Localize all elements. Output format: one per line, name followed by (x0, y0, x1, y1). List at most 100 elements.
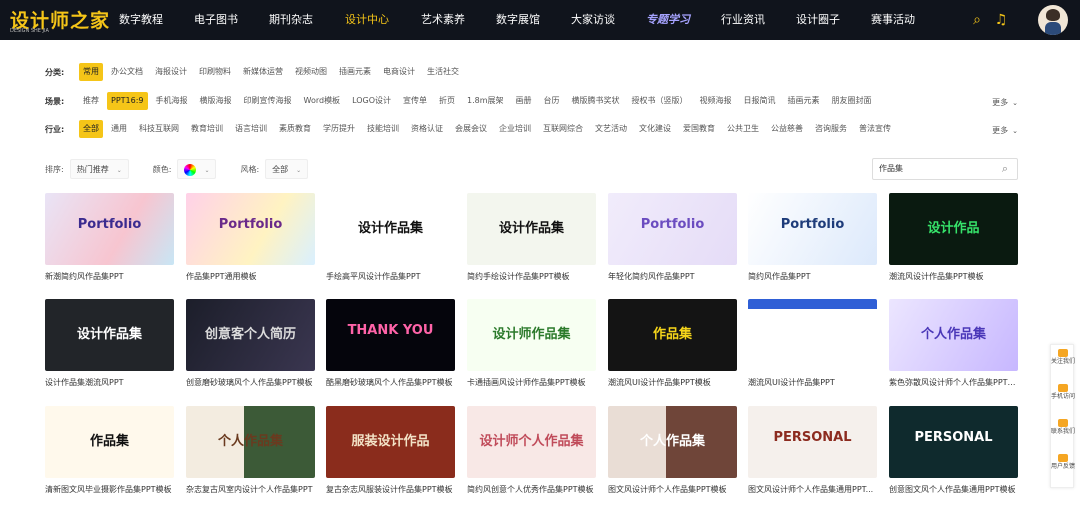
template-thumbnail[interactable]: PERSONAL (889, 406, 1018, 478)
scene-chip[interactable]: 1.8m展架 (463, 92, 508, 110)
bell-icon[interactable]: ♫ (992, 11, 1010, 29)
float-item[interactable]: 手机访问 (1051, 384, 1075, 401)
template-caption[interactable]: 图文风设计师个人作品集PPT模板 (608, 484, 739, 495)
template-thumbnail[interactable]: 设计作品集 (467, 193, 596, 265)
template-thumbnail[interactable]: Portfolio (608, 193, 737, 265)
template-caption[interactable]: 设计作品集潮流风PPT (45, 377, 176, 388)
industry-chip[interactable]: 公益慈善 (767, 120, 807, 138)
category-chip[interactable]: 插画元素 (335, 63, 375, 81)
template-caption[interactable]: 潮流风设计作品集PPT模板 (889, 271, 1020, 282)
template-card[interactable]: 作品集 清新图文风毕业摄影作品集PPT模板 (45, 406, 174, 495)
template-card[interactable]: THANK YOU 酷黑磨砂玻璃风个人作品集PPT模板 (326, 299, 455, 388)
scene-chip[interactable]: 横版腾书奖状 (568, 92, 624, 110)
template-thumbnail[interactable]: PERSONAL (748, 406, 877, 478)
template-thumbnail[interactable] (748, 299, 877, 371)
template-caption[interactable]: 复古杂志风服装设计作品集PPT模板 (326, 484, 457, 495)
search-icon[interactable]: ⌕ (968, 11, 986, 29)
scene-chip[interactable]: LOGO设计 (348, 92, 395, 110)
user-avatar[interactable] (1038, 5, 1068, 35)
template-caption[interactable]: 手绘高平风设计作品集PPT (326, 271, 457, 282)
industry-chip[interactable]: 公共卫生 (723, 120, 763, 138)
nav-item[interactable]: 电子图书 (178, 0, 254, 40)
category-chip[interactable]: 生活社交 (423, 63, 463, 81)
template-card[interactable]: 作品集 潮流风UI设计作品集PPT模板 (608, 299, 737, 388)
template-caption[interactable]: 创意图文风个人作品集通用PPT模板 (889, 484, 1020, 495)
template-thumbnail[interactable]: 设计师个人作品集 (467, 406, 596, 478)
style-dropdown[interactable]: 全部 ⌄ (265, 159, 309, 179)
template-thumbnail[interactable]: Portfolio (45, 193, 174, 265)
industry-chip[interactable]: 咨询服务 (811, 120, 851, 138)
industry-chip[interactable]: 技能培训 (363, 120, 403, 138)
template-card[interactable]: Portfolio 新潮简约风作品集PPT (45, 193, 174, 282)
industry-chip[interactable]: 文艺活动 (591, 120, 631, 138)
sort-dropdown[interactable]: 热门推荐 ⌄ (69, 159, 129, 179)
scene-chip[interactable]: Word模板 (300, 92, 345, 110)
float-item[interactable]: 联系我们 (1051, 419, 1075, 436)
template-card[interactable]: 个人作品集 紫色弥散风设计师个人作品集PPT模板 (889, 299, 1020, 388)
template-caption[interactable]: 酷黑磨砂玻璃风个人作品集PPT模板 (326, 377, 457, 388)
industry-more-button[interactable]: 更多 ⌄ (992, 125, 1018, 136)
category-chip[interactable]: 电商设计 (379, 63, 419, 81)
scene-chip[interactable]: 横版海报 (196, 92, 236, 110)
scene-chip[interactable]: 折页 (435, 92, 459, 110)
template-caption[interactable]: 杂志复古风室内设计个人作品集PPT (186, 484, 317, 495)
color-dropdown[interactable]: ⌄ (177, 159, 217, 179)
template-thumbnail[interactable]: 设计作品集 (45, 299, 174, 371)
industry-chip[interactable]: 互联网综合 (539, 120, 587, 138)
search-icon[interactable]: ⌕ (998, 162, 1012, 176)
scene-chip[interactable]: 日报简讯 (740, 92, 780, 110)
template-card[interactable]: PERSONAL 图文风设计师个人作品集通用PPT... (748, 406, 877, 495)
scene-chip[interactable]: 手机海报 (152, 92, 192, 110)
industry-chip[interactable]: 学历提升 (319, 120, 359, 138)
nav-item[interactable]: 期刊杂志 (254, 0, 328, 40)
template-caption[interactable]: 卡通插画风设计师作品集PPT模板 (467, 377, 598, 388)
industry-chip[interactable]: 科技互联网 (135, 120, 183, 138)
nav-item[interactable]: 行业资讯 (706, 0, 780, 40)
template-caption[interactable]: 清新图文风毕业摄影作品集PPT模板 (45, 484, 176, 495)
template-thumbnail[interactable]: 个人作品集 (608, 406, 737, 478)
template-caption[interactable]: 年轻化简约风作品集PPT (608, 271, 739, 282)
template-caption[interactable]: 潮流风UI设计作品集PPT (748, 377, 879, 388)
scene-chip[interactable]: 插画元素 (784, 92, 824, 110)
category-chip[interactable]: 新媒体运营 (239, 63, 287, 81)
template-thumbnail[interactable]: 服装设计作品 (326, 406, 455, 478)
scene-chip[interactable]: 授权书（竖版） (628, 92, 692, 110)
nav-item[interactable]: 赛事活动 (856, 0, 930, 40)
scene-chip[interactable]: 宣传单 (399, 92, 431, 110)
industry-chip[interactable]: 爱国教育 (679, 120, 719, 138)
template-caption[interactable]: 新潮简约风作品集PPT (45, 271, 176, 282)
nav-item[interactable]: 数字展馆 (480, 0, 556, 40)
nav-item[interactable]: 专题学习 (630, 0, 706, 40)
template-thumbnail[interactable]: THANK YOU (326, 299, 455, 371)
template-thumbnail[interactable]: 设计作品集 (326, 193, 455, 265)
template-thumbnail[interactable]: 设计作品 (889, 193, 1018, 265)
template-caption[interactable]: 创意磨砂玻璃风个人作品集PPT模板 (186, 377, 317, 388)
template-thumbnail[interactable]: 作品集 (608, 299, 737, 371)
template-card[interactable]: 设计师个人作品集 简约风创意个人优秀作品集PPT模板 (467, 406, 596, 495)
nav-item[interactable]: 艺术素养 (406, 0, 480, 40)
template-card[interactable]: 设计作品潮流风设计作品集PPT模板 (889, 193, 1018, 282)
template-card[interactable]: Portfolio 简约风作品集PPT (748, 193, 877, 282)
industry-chip[interactable]: 通用 (107, 120, 131, 138)
template-thumbnail[interactable]: 个人作品集 (186, 406, 315, 478)
category-chip[interactable]: 海报设计 (151, 63, 191, 81)
template-card[interactable]: 个人作品集图文风设计师个人作品集PPT模板 (608, 406, 737, 495)
template-thumbnail[interactable]: 个人作品集 (889, 299, 1018, 371)
scene-chip[interactable]: 推荐 (79, 92, 103, 110)
template-card[interactable]: 设计作品集手绘高平风设计作品集PPT (326, 193, 455, 282)
template-card[interactable]: 设计作品集 简约手绘设计作品集PPT模板 (467, 193, 596, 282)
template-caption[interactable]: 图文风设计师个人作品集通用PPT... (748, 484, 879, 495)
nav-item[interactable]: 数字教程 (104, 0, 178, 40)
scene-chip[interactable]: 视频海报 (696, 92, 736, 110)
industry-chip[interactable]: 文化建设 (635, 120, 675, 138)
category-chip[interactable]: 印刷物料 (195, 63, 235, 81)
scene-chip[interactable]: 朋友圈封面 (828, 92, 876, 110)
template-card[interactable]: 个人作品集杂志复古风室内设计个人作品集PPT (186, 406, 315, 495)
float-item[interactable]: 关注我们 (1051, 349, 1075, 366)
site-logo[interactable]: 设计师之家 DESIGN SHE JIA (10, 6, 109, 34)
industry-chip[interactable]: 资格认证 (407, 120, 447, 138)
category-chip[interactable]: 常用 (79, 63, 103, 81)
industry-chip[interactable]: 素质教育 (275, 120, 315, 138)
nav-item[interactable]: 设计中心 (328, 0, 406, 40)
scene-chip[interactable]: 印刷宣传海报 (240, 92, 296, 110)
